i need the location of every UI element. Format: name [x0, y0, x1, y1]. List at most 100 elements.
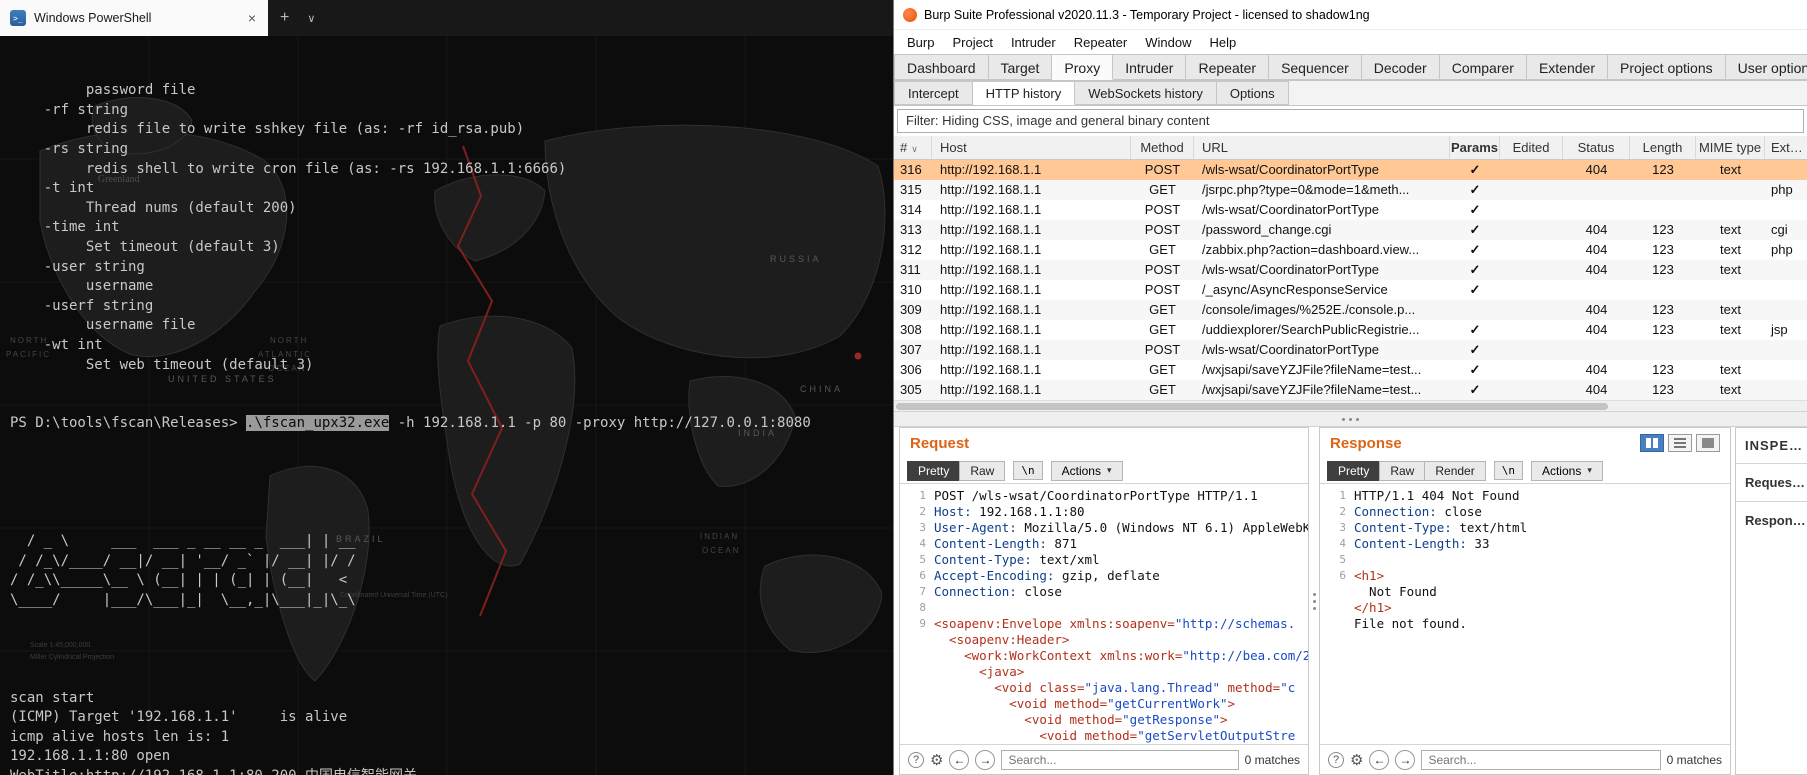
- table-row[interactable]: 310 http://192.168.1.1 POST /_async/AsyncRe…: [894, 280, 1807, 300]
- column-header-length[interactable]: Length: [1630, 136, 1696, 159]
- view-tab-raw[interactable]: Raw: [1379, 460, 1426, 481]
- cell-mime: text: [1720, 242, 1741, 257]
- subtab-websockets-history[interactable]: WebSockets history: [1075, 81, 1217, 105]
- cell-mime: [1696, 200, 1765, 220]
- search-input[interactable]: [1001, 749, 1239, 770]
- table-row[interactable]: 313 http://192.168.1.1 POST/password_chang…: [894, 220, 1807, 240]
- column-header-params[interactable]: Params: [1450, 136, 1500, 159]
- tab-target[interactable]: Target: [988, 54, 1053, 80]
- inspector-section-request-attributes[interactable]: Request attributes: [1736, 463, 1807, 501]
- column-header-edited[interactable]: Edited: [1500, 136, 1563, 159]
- code-token: Connection:: [1354, 504, 1437, 519]
- subtab-intercept[interactable]: Intercept: [894, 81, 973, 105]
- terminal-body[interactable]: Greenland RUSSIA UNITED STATES CHINA INDIA BR…: [0, 36, 893, 775]
- code-line: <void method="getServletOutputStre: [906, 728, 1308, 744]
- tab-repeater[interactable]: Repeater: [1186, 54, 1270, 80]
- line-number: 5: [1339, 553, 1346, 566]
- request-search-bar: ? ⚙ ← → 0 matches: [900, 744, 1308, 774]
- panel-splitter[interactable]: [894, 411, 1807, 427]
- subtab-options[interactable]: Options: [1216, 81, 1289, 105]
- tab-comparer[interactable]: Comparer: [1439, 54, 1527, 80]
- actions-dropdown[interactable]: Actions ▾: [1050, 460, 1123, 481]
- tab-intruder[interactable]: Intruder: [1113, 54, 1187, 80]
- tab-project-options[interactable]: Project options: [1608, 54, 1726, 80]
- layout-single-button[interactable]: [1696, 434, 1720, 452]
- request-response-divider[interactable]: [1309, 427, 1319, 775]
- menu-repeater[interactable]: Repeater: [1065, 33, 1136, 52]
- column-header-id[interactable]: # ∨: [894, 136, 932, 159]
- column-header-mime[interactable]: MIME type: [1696, 136, 1765, 159]
- menu-project[interactable]: Project: [943, 33, 1001, 52]
- view-tab-pretty[interactable]: Pretty: [907, 460, 961, 481]
- tab-proxy[interactable]: Proxy: [1052, 54, 1114, 80]
- tab-extender[interactable]: Extender: [1526, 54, 1608, 80]
- menu-window[interactable]: Window: [1136, 33, 1200, 52]
- layout-stacked-button[interactable]: [1668, 434, 1692, 452]
- request-editor[interactable]: 1 POST /wls-wsat/CoordinatorPortType HTTP…: [900, 484, 1308, 744]
- terminal-line: icmp alive hosts len is: 1: [10, 728, 230, 745]
- view-tab-pretty[interactable]: Pretty: [1327, 460, 1381, 481]
- close-tab-icon[interactable]: ×: [246, 10, 258, 26]
- terminal-tab[interactable]: >_ Windows PowerShell ×: [0, 0, 268, 36]
- cell-host: http://192.168.1.1: [940, 342, 1042, 357]
- layout-side-by-side-button[interactable]: [1640, 434, 1664, 452]
- linebreak-button[interactable]: \n: [1493, 461, 1523, 480]
- table-row[interactable]: 308 http://192.168.1.1 GET/uddiexplorer/Se…: [894, 320, 1807, 340]
- subtab-http-history[interactable]: HTTP history: [972, 81, 1076, 105]
- column-header-host[interactable]: Host: [932, 136, 1131, 159]
- cell-ext: [1765, 340, 1807, 360]
- menu-intruder[interactable]: Intruder: [1002, 33, 1065, 52]
- cell-length: [1630, 280, 1696, 300]
- table-row[interactable]: 307 http://192.168.1.1 POST/wls-wsat/Coord…: [894, 340, 1807, 360]
- rows-icon: [1674, 446, 1686, 448]
- table-row[interactable]: 305 http://192.168.1.1 GET/wxjsapi/saveYZJ…: [894, 380, 1807, 400]
- match-count: 0 matches: [1244, 752, 1300, 767]
- column-header-method[interactable]: Method: [1131, 136, 1194, 159]
- menu-burp[interactable]: Burp: [898, 33, 943, 52]
- cell-host: http://192.168.1.1: [940, 202, 1042, 217]
- next-match-button[interactable]: →: [1395, 749, 1416, 770]
- cell-edited: [1500, 360, 1563, 380]
- actions-dropdown[interactable]: Actions ▾: [1530, 460, 1603, 481]
- column-header-ext[interactable]: Extension: [1765, 136, 1807, 159]
- column-header-status[interactable]: Status: [1563, 136, 1630, 159]
- help-icon[interactable]: ?: [1328, 751, 1344, 768]
- table-row[interactable]: 316 http://192.168.1.1 POST/wls-wsat/Coord…: [894, 160, 1807, 180]
- next-match-button[interactable]: →: [975, 749, 996, 770]
- help-icon[interactable]: ?: [908, 751, 924, 768]
- table-row[interactable]: 314 http://192.168.1.1 POST/wls-wsat/Coord…: [894, 200, 1807, 220]
- prev-match-button[interactable]: ←: [949, 749, 970, 770]
- column-header-url[interactable]: URL: [1194, 136, 1450, 159]
- menu-help[interactable]: Help: [1200, 33, 1245, 52]
- response-editor[interactable]: 1 HTTP/1.1 404 Not Found 2 Connection: clos…: [1320, 484, 1730, 744]
- view-tab-raw[interactable]: Raw: [959, 460, 1006, 481]
- tab-dashboard[interactable]: Dashboard: [894, 54, 989, 80]
- table-row[interactable]: 309 http://192.168.1.1 GET/console/images/…: [894, 300, 1807, 320]
- prev-match-button[interactable]: ←: [1369, 749, 1390, 770]
- table-row[interactable]: 311 http://192.168.1.1 POST/wls-wsat/Coord…: [894, 260, 1807, 280]
- table-row[interactable]: 306 http://192.168.1.1 GET/wxjsapi/saveYZJ…: [894, 360, 1807, 380]
- tab-dropdown-icon[interactable]: ∨: [301, 12, 321, 25]
- code-token: <void method=: [934, 712, 1123, 727]
- drag-handle-icon: [1312, 599, 1316, 603]
- filter-bar[interactable]: Filter: Hiding CSS, image and general bi…: [897, 109, 1804, 133]
- code-token: close: [1436, 504, 1482, 519]
- settings-gear-icon[interactable]: ⚙: [930, 751, 943, 769]
- cell-mime: text: [1720, 222, 1741, 237]
- table-row[interactable]: 315 http://192.168.1.1 GET/jsrpc.php?type=…: [894, 180, 1807, 200]
- tab-sequencer[interactable]: Sequencer: [1269, 54, 1362, 80]
- response-panel-title: Response: [1330, 434, 1402, 452]
- settings-gear-icon[interactable]: ⚙: [1350, 751, 1363, 769]
- new-tab-button[interactable]: +: [268, 9, 301, 27]
- table-row[interactable]: 312 http://192.168.1.1 GET/zabbix.php?acti…: [894, 240, 1807, 260]
- linebreak-button[interactable]: \n: [1013, 461, 1043, 480]
- tab-decoder[interactable]: Decoder: [1361, 54, 1440, 80]
- inspector-section-response-headers[interactable]: Response headers: [1736, 501, 1807, 539]
- drag-handle-icon: [1312, 606, 1316, 610]
- search-input[interactable]: [1421, 749, 1661, 770]
- scrollbar-thumb[interactable]: [896, 403, 1609, 410]
- code-token: 33: [1466, 536, 1490, 551]
- view-tab-render[interactable]: Render: [1424, 460, 1486, 481]
- table-horizontal-scrollbar[interactable]: [894, 400, 1807, 411]
- tab-user-options[interactable]: User options: [1725, 54, 1807, 80]
